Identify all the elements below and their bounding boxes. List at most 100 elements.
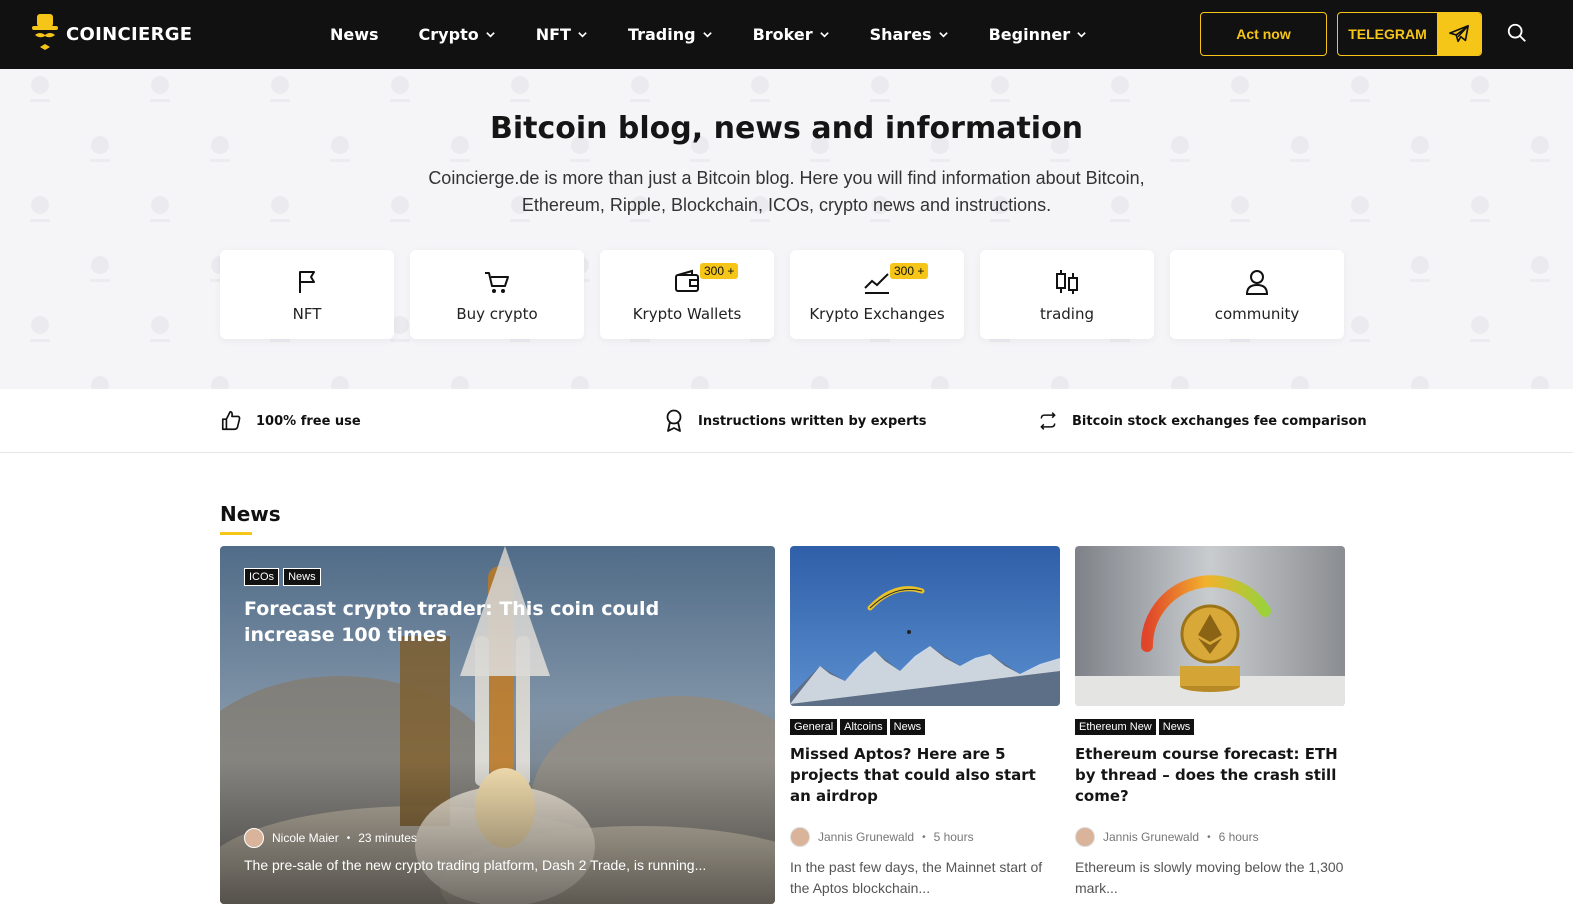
article-thumbnail[interactable]	[1075, 546, 1345, 706]
category-card-trading[interactable]: trading	[980, 250, 1154, 339]
logo-text: COINCIERGE	[66, 23, 193, 45]
article-thumbnail[interactable]	[790, 546, 1060, 706]
tag-badge[interactable]: News	[283, 568, 321, 586]
article-meta: Nicole Maier • 23 minutes	[244, 828, 417, 848]
avatar	[1075, 827, 1095, 847]
feature-label: Bitcoin stock exchanges fee comparison	[1072, 413, 1367, 429]
thumbs-up-icon	[221, 411, 241, 431]
flag-icon	[299, 271, 315, 293]
tag-badge[interactable]: Altcoins	[840, 719, 887, 735]
chevron-down-icon	[485, 32, 495, 38]
chevron-down-icon	[938, 32, 948, 38]
features-bar: 100% free use Instructions written by ex…	[0, 389, 1573, 453]
chevron-down-icon	[702, 32, 712, 38]
feature-label: Instructions written by experts	[698, 413, 927, 429]
count-badge: 300 +	[700, 263, 739, 279]
site-header: COINCIERGE News Crypto NFT Trading Broke…	[0, 0, 1573, 69]
feature-label: 100% free use	[256, 413, 361, 429]
separator-dot: •	[922, 831, 926, 843]
site-logo[interactable]: COINCIERGE	[32, 14, 192, 54]
search-icon[interactable]	[1506, 22, 1528, 44]
article-card[interactable]: General Altcoins News Missed Aptos? Here…	[790, 546, 1060, 899]
user-icon	[1245, 270, 1269, 295]
main-nav: News Crypto NFT Trading Broker Shares Be…	[330, 0, 1127, 69]
author-name[interactable]: Jannis Grunewald	[1103, 830, 1199, 844]
article-excerpt: In the past few days, the Mainnet start …	[790, 859, 1043, 896]
avatar	[244, 828, 264, 848]
nav-shares[interactable]: Shares	[870, 25, 949, 44]
publish-time: 6 hours	[1218, 830, 1259, 844]
nav-label: Crypto	[418, 25, 479, 44]
article-excerpt: Ethereum is slowly moving below the 1,30…	[1075, 859, 1344, 896]
telegram-button[interactable]: TELEGRAM	[1337, 12, 1482, 56]
nav-crypto[interactable]: Crypto	[419, 25, 496, 44]
category-card-nft[interactable]: NFT	[220, 250, 394, 339]
nav-nft[interactable]: NFT	[536, 25, 588, 44]
category-label: Buy crypto	[456, 305, 538, 323]
feature-free-use: 100% free use	[220, 389, 361, 453]
feature-experts: Instructions written by experts	[664, 389, 926, 453]
featured-article-card[interactable]: ICOs News Forecast crypto trader: This c…	[220, 546, 775, 904]
publish-time: 5 hours	[933, 830, 974, 844]
article-tags: Ethereum New News	[1075, 719, 1345, 735]
tag-badge[interactable]: News	[889, 719, 926, 735]
article-headline[interactable]: Forecast crypto trader: This coin could …	[244, 596, 744, 648]
article-headline[interactable]: Missed Aptos? Here are 5 projects that c…	[790, 744, 1060, 807]
article-meta: Jannis Grunewald • 6 hours	[1075, 827, 1345, 847]
category-label: community	[1214, 305, 1300, 323]
avatar	[790, 827, 810, 847]
category-label: NFT	[292, 305, 322, 323]
count-badge: 300 +	[890, 263, 929, 279]
chevron-down-icon	[578, 32, 587, 38]
nav-label: Broker	[752, 25, 813, 44]
feature-fee-comparison: Bitcoin stock exchanges fee comparison	[1038, 389, 1367, 453]
hero-section: Bitcoin blog, news and information Coinc…	[0, 69, 1573, 389]
title-underline	[220, 532, 252, 535]
separator-dot: •	[1207, 831, 1211, 843]
author-name[interactable]: Nicole Maier	[272, 831, 339, 845]
chart-line-icon	[864, 273, 889, 294]
nav-label: Shares	[869, 25, 932, 44]
article-tags: General Altcoins News	[790, 719, 1060, 735]
category-card-buy-crypto[interactable]: Buy crypto	[410, 250, 584, 339]
chevron-down-icon	[1077, 32, 1086, 38]
ethereum-coin-gauge-image	[1075, 546, 1345, 706]
tag-badge[interactable]: News	[1158, 719, 1195, 735]
category-cards: NFT Buy crypto 300 + Krypto Wallets 300 …	[220, 250, 1360, 339]
cart-icon	[485, 272, 509, 293]
concierge-logo-icon	[32, 14, 58, 50]
separator-dot: •	[346, 832, 351, 844]
telegram-icon	[1437, 13, 1481, 55]
page-title: Bitcoin blog, news and information	[489, 111, 1084, 146]
exchange-icon	[1040, 412, 1056, 430]
category-label: trading	[1040, 305, 1094, 323]
publish-time: 23 minutes	[358, 831, 417, 845]
tag-badge[interactable]: Ethereum New	[1075, 719, 1156, 735]
category-card-exchanges[interactable]: 300 + Krypto Exchanges	[790, 250, 964, 339]
article-headline[interactable]: Ethereum course forecast: ETH by thread …	[1075, 744, 1345, 807]
act-now-button[interactable]: Act now	[1200, 12, 1327, 56]
news-section-title: News	[220, 502, 281, 526]
nav-broker[interactable]: Broker	[753, 25, 830, 44]
nav-label: News	[330, 25, 379, 44]
article-tags: ICOs News	[244, 568, 325, 586]
author-name[interactable]: Jannis Grunewald	[818, 830, 914, 844]
article-meta: Jannis Grunewald • 5 hours	[790, 827, 1060, 847]
tag-badge[interactable]: General	[790, 719, 838, 735]
nav-beginner[interactable]: Beginner	[989, 25, 1088, 44]
tag-badge[interactable]: ICOs	[244, 568, 280, 586]
category-card-community[interactable]: community	[1170, 250, 1344, 339]
candles-icon	[1056, 270, 1078, 294]
nav-news[interactable]: News	[330, 25, 379, 44]
nav-label: NFT	[535, 25, 571, 44]
category-card-wallets[interactable]: 300 + Krypto Wallets	[600, 250, 774, 339]
article-card[interactable]: Ethereum New News Ethereum course foreca…	[1075, 546, 1345, 899]
category-label: Krypto Wallets	[632, 305, 742, 323]
award-icon	[666, 409, 682, 432]
paraglider-mountain-image	[790, 546, 1060, 706]
nav-label: Beginner	[988, 25, 1071, 44]
nav-label: Trading	[627, 25, 696, 44]
wallet-icon	[675, 269, 699, 292]
nav-trading[interactable]: Trading	[628, 25, 713, 44]
hero-subtitle: Coincierge.de is more than just a Bitcoi…	[428, 168, 1145, 215]
